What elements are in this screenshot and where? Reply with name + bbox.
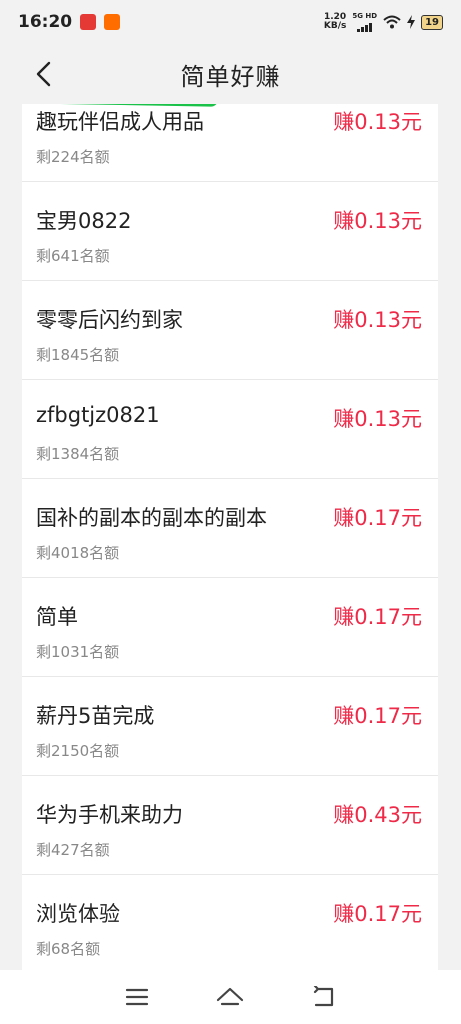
task-list[interactable]: 趣玩伴侣成人用品 剩224名额 赚0.13元 宝男0822 剩641名额 赚0.… (22, 104, 438, 970)
charging-icon (407, 15, 416, 29)
task-name: 趣玩伴侣成人用品 (36, 110, 204, 134)
task-reward: 赚0.17元 (333, 902, 422, 926)
home-icon (217, 987, 244, 1006)
wifi-icon (383, 15, 401, 29)
task-row[interactable]: 国补的副本的副本的副本 剩4018名额 赚0.17元 (22, 479, 438, 578)
return-icon (314, 986, 334, 1007)
app-notification-icon (80, 14, 97, 30)
task-reward: 赚0.13元 (333, 407, 422, 431)
status-bar: 16:20 1.20 KB/s 5G HD 19 (0, 0, 461, 44)
task-reward: 赚0.13元 (333, 110, 422, 134)
back-nav-button[interactable] (304, 977, 344, 1017)
page-title: 简单好赚 (180, 62, 281, 91)
task-reward: 赚0.17元 (333, 506, 422, 530)
task-quota: 剩2150名额 (36, 742, 120, 760)
task-name: 薪丹5苗完成 (36, 704, 155, 728)
app-notification-icon (104, 14, 121, 30)
task-quota: 剩1384名额 (36, 445, 120, 463)
task-name: 华为手机来助力 (36, 803, 183, 827)
task-row[interactable]: 宝男0822 剩641名额 赚0.13元 (22, 182, 438, 281)
task-row[interactable]: 浏览体验 剩68名额 赚0.17元 (22, 875, 438, 970)
task-quota: 剩224名额 (36, 148, 110, 166)
task-name: 零零后闪约到家 (36, 308, 183, 332)
task-quota: 剩427名额 (36, 841, 110, 859)
chevron-left-icon (36, 61, 51, 87)
task-name: 宝男0822 (36, 209, 132, 233)
signal-icon (357, 20, 373, 32)
task-reward: 赚0.13元 (333, 209, 422, 233)
task-quota: 剩4018名额 (36, 544, 120, 562)
task-name: 浏览体验 (36, 902, 120, 926)
menu-button[interactable] (117, 977, 157, 1017)
network-type: 5G HD (352, 12, 378, 20)
status-time: 16:20 (18, 12, 73, 32)
task-quota: 剩641名额 (36, 247, 110, 265)
task-quota: 剩1845名额 (36, 346, 120, 364)
task-row[interactable]: 趣玩伴侣成人用品 剩224名额 赚0.13元 (22, 104, 438, 182)
task-quota: 剩68名额 (36, 940, 101, 958)
network-speed: 1.20 KB/s (324, 13, 346, 31)
task-reward: 赚0.13元 (333, 308, 422, 332)
task-name: 简单 (36, 605, 78, 629)
task-name: 国补的副本的副本的副本 (36, 506, 267, 530)
menu-icon (125, 988, 148, 1006)
task-reward: 赚0.17元 (333, 704, 422, 728)
task-quota: 剩1031名额 (36, 643, 120, 661)
home-button[interactable] (210, 977, 250, 1017)
task-name: zfbgtjz0821 (36, 403, 160, 427)
task-reward: 赚0.43元 (333, 803, 422, 827)
task-reward: 赚0.17元 (333, 605, 422, 629)
task-row[interactable]: 简单 剩1031名额 赚0.17元 (22, 578, 438, 677)
task-row[interactable]: 零零后闪约到家 剩1845名额 赚0.13元 (22, 281, 438, 380)
task-row[interactable]: 薪丹5苗完成 剩2150名额 赚0.17元 (22, 677, 438, 776)
back-button[interactable] (26, 56, 62, 92)
task-row[interactable]: 华为手机来助力 剩427名额 赚0.43元 (22, 776, 438, 875)
system-navigation-bar (0, 970, 461, 1024)
app-header: 简单好赚 (0, 44, 461, 104)
battery-icon: 19 (421, 14, 443, 30)
network-speed-unit: KB/s (323, 21, 347, 31)
task-row[interactable]: zfbgtjz0821 剩1384名额 赚0.13元 (22, 380, 438, 479)
